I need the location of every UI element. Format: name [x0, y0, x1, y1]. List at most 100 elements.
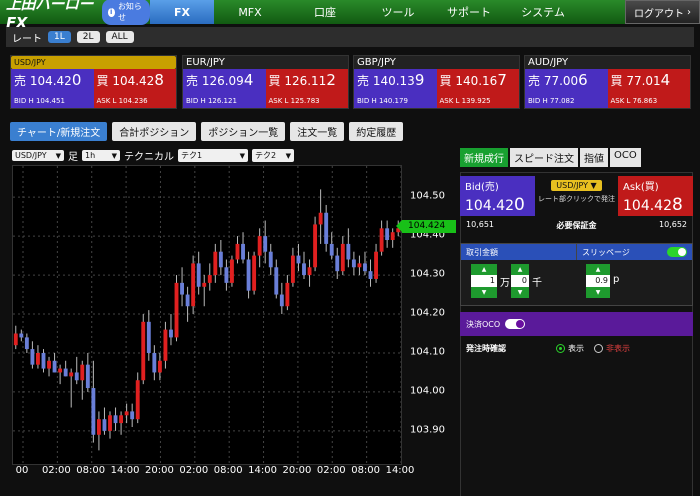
rate-option-1l[interactable]: 1L [48, 31, 71, 43]
bid-quote[interactable]: 売 104.420 BID H 104.451 [11, 69, 94, 108]
logout-button[interactable]: ログアウト › [625, 0, 700, 24]
candle-body [374, 251, 378, 279]
radio-selected-icon [556, 343, 565, 353]
triangle-up-icon[interactable]: ▲ [586, 264, 610, 275]
rate-panel-usdjpy[interactable]: USD/JPY 売 104.420 BID H 104.451 買 104.42… [10, 55, 177, 109]
tab-total-position[interactable]: 合計ポジション [112, 122, 197, 141]
rate-option-2l[interactable]: 2L [76, 31, 100, 43]
current-price-tag: 104.424 [396, 219, 456, 233]
candle-body [102, 419, 107, 431]
order-panel: 新規成行 スピード注文 指値 OCO Bid(売) 104.420 USD/JP… [460, 148, 693, 496]
slippage-toggle[interactable] [667, 247, 687, 257]
sell-price: 104.42 [465, 198, 514, 214]
sell-button[interactable]: Bid(売) 104.420 [460, 176, 535, 216]
bid-quote[interactable]: 売 77.006 BID H 77.082 [525, 69, 608, 108]
confirm-show-radio[interactable]: 表示 [556, 343, 584, 354]
chevron-down-icon: ▼ [239, 151, 245, 160]
chart-pair-select[interactable]: USD/JPY ▼ [12, 150, 64, 161]
bar-label: 足 [68, 152, 78, 163]
buy-margin: 10,652 [659, 220, 687, 229]
notice-button[interactable]: i お知らせ [101, 0, 150, 25]
candle-body [329, 243, 334, 256]
bid-price-pip: 9 [414, 71, 425, 89]
candle-body [296, 255, 301, 264]
ask-quote[interactable]: 買 77.014 ASK L 76.863 [607, 69, 690, 108]
confirm-hide-radio[interactable]: 非表示 [594, 343, 630, 354]
quantity-sen-unit: 千 [532, 278, 542, 289]
nav-support[interactable]: サポート [432, 0, 506, 24]
ask-quote[interactable]: 買 104.428 ASK L 104.236 [93, 69, 176, 108]
nav-account[interactable]: 口座 [286, 0, 364, 24]
rate-label: レート [12, 33, 42, 45]
bid-quote[interactable]: 売 126.094 BID H 126.121 [183, 69, 266, 108]
technical1-select[interactable]: テク1 ▼ [178, 149, 248, 162]
quantity-label: 取引金額 [466, 247, 498, 257]
tab-order-list[interactable]: 注文一覧 [290, 122, 345, 141]
triangle-down-icon[interactable]: ▼ [471, 287, 497, 298]
y-tick-label: 103.90 [410, 424, 445, 436]
candle-body [385, 228, 390, 241]
nav-mfx[interactable]: MFX [214, 0, 286, 24]
candle-body [69, 372, 74, 377]
technical-label: テクニカル [124, 152, 174, 163]
candle-body [235, 243, 240, 260]
ask-quote[interactable]: 買 126.112 ASK L 125.783 [265, 69, 348, 108]
candle-body [19, 333, 24, 338]
triangle-down-icon[interactable]: ▼ [511, 287, 529, 298]
tab-position-list[interactable]: ポジション一覧 [201, 122, 286, 141]
candle-body [252, 255, 257, 291]
ask-price-pip: 2 [326, 71, 336, 89]
ask-low: ASK L 125.783 [268, 97, 320, 105]
candle-body [279, 294, 284, 307]
ask-quote[interactable]: 買 140.167 ASK L 139.925 [436, 69, 519, 108]
quantity-sen-stepper[interactable]: ▲ 0 ▼ [511, 264, 529, 298]
candle-body [108, 415, 112, 431]
candle-body [313, 224, 318, 268]
candle-body [285, 282, 290, 307]
slippage-value[interactable]: 0.9 [586, 275, 610, 287]
price-chart[interactable] [12, 165, 402, 465]
nav-tools[interactable]: ツール [364, 0, 432, 24]
candle-body [63, 368, 68, 377]
order-tab-speed[interactable]: スピード注文 [510, 148, 578, 167]
settle-oco-toggle[interactable] [505, 319, 526, 329]
logout-label: ログアウト [634, 8, 684, 20]
rate-panel-title: AUD/JPY [525, 56, 690, 69]
quantity-man-value[interactable]: 1 [471, 275, 497, 287]
candle-body [202, 282, 207, 287]
rate-panel-audjpy[interactable]: AUD/JPY 売 77.006 BID H 77.082 買 77.014 A… [524, 55, 691, 109]
nav-fx[interactable]: FX [150, 0, 214, 24]
tab-chart-new-order[interactable]: チャート/新規注文 [10, 122, 108, 141]
rate-panel-eurjpy[interactable]: EUR/JPY 売 126.094 BID H 126.121 買 126.11… [182, 55, 349, 109]
technical2-value: テク2 [255, 151, 277, 160]
triangle-up-icon[interactable]: ▲ [471, 264, 497, 275]
x-tick-label: 14:00 [385, 465, 415, 476]
rate-option-all[interactable]: ALL [105, 31, 134, 43]
bid-high: BID H 77.082 [528, 97, 575, 105]
order-pair-select[interactable]: USD/JPY ▼ [551, 180, 602, 191]
technical2-select[interactable]: テク2 ▼ [252, 149, 294, 162]
order-tab-limit[interactable]: 指値 [580, 148, 608, 167]
candle-body [274, 267, 279, 295]
triangle-down-icon[interactable]: ▼ [586, 287, 610, 298]
buy-price: 104.42 [623, 198, 672, 214]
order-tab-oco[interactable]: OCO [610, 148, 641, 167]
candle-body [218, 251, 223, 268]
quantity-man-stepper[interactable]: ▲ 1 ▼ [471, 264, 497, 298]
bid-quote[interactable]: 売 140.139 BID H 140.179 [354, 69, 437, 108]
candle-body [335, 255, 340, 272]
candle-body [58, 368, 63, 373]
bid-high: BID H 126.121 [186, 97, 237, 105]
rate-panel-gbpjpy[interactable]: GBP/JPY 売 140.139 BID H 140.179 買 140.16… [353, 55, 520, 109]
buy-button[interactable]: Ask(買) 104.428 [618, 176, 693, 216]
nav-system[interactable]: システム [506, 0, 580, 24]
candle-body [324, 212, 329, 244]
candle-body [180, 282, 184, 295]
main-nav: FX MFX 口座 ツール サポート システム [150, 0, 625, 24]
tab-execution-history[interactable]: 約定履歴 [349, 122, 404, 141]
quantity-sen-value[interactable]: 0 [511, 275, 529, 287]
order-tab-market[interactable]: 新規成行 [460, 148, 508, 167]
triangle-up-icon[interactable]: ▲ [511, 264, 529, 275]
slippage-stepper[interactable]: ▲ 0.9 ▼ [586, 264, 610, 298]
timeframe-select[interactable]: 1h ▼ [82, 150, 120, 161]
